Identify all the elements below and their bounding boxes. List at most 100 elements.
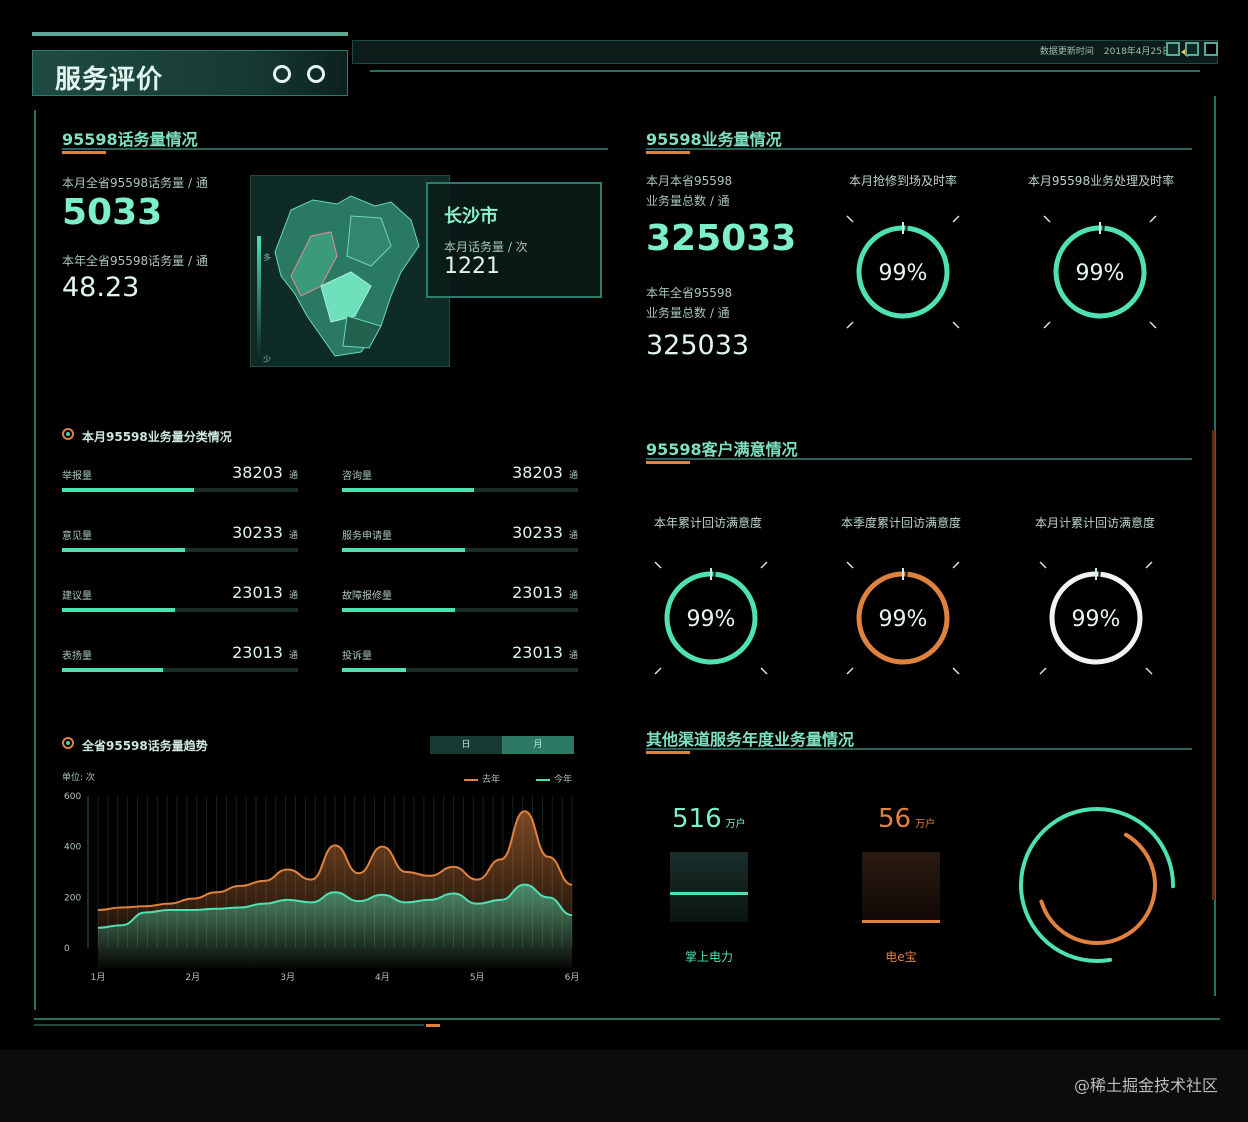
maximize-icon[interactable] (1204, 42, 1218, 56)
channel-ring (1037, 825, 1157, 945)
gauge-process-timely: 99% (1043, 215, 1157, 329)
bar-fill (342, 608, 456, 612)
channel-bar-box (670, 852, 748, 922)
gauge-tick (1043, 321, 1051, 329)
x-tick-label: 1月 (91, 972, 106, 983)
gauge-tick (1039, 561, 1047, 569)
bar-unit: 通 (568, 651, 578, 661)
classify-bar-row[interactable]: 咨询量 38203 通 (342, 456, 578, 492)
bar-track (342, 548, 578, 552)
map-legend-high: 多 (263, 252, 271, 262)
calls-year-label: 本年全省95598话务量 / 通 (62, 254, 208, 268)
bar-fill (342, 548, 465, 552)
gauge-tick (760, 561, 768, 569)
toggle-day[interactable]: 日 (430, 736, 502, 754)
bar-unit: 通 (568, 531, 578, 541)
classify-title: 本月95598业务量分类情况 (82, 430, 232, 444)
bar-value: 30233 通 (232, 523, 298, 542)
frame-right-orange (1212, 430, 1215, 900)
province-map[interactable]: 多 少 (250, 175, 450, 367)
bar-fill (62, 548, 185, 552)
classify-bar-row[interactable]: 建议量 23013 通 (62, 576, 298, 612)
bar-value: 23013 通 (232, 643, 298, 662)
channel-name: 掌上电力 (684, 950, 733, 964)
gauge-tick (654, 667, 662, 675)
window-controls (1166, 42, 1218, 56)
legend-last-year: 去年 (464, 772, 500, 785)
bar-value: 23013 通 (232, 583, 298, 602)
y-tick-label: 0 (64, 944, 70, 954)
bar-value: 38203 通 (232, 463, 298, 482)
bar-value: 23013 通 (512, 643, 578, 662)
gauge-value: 99% (1076, 261, 1125, 286)
bar-label: 投诉量 (342, 651, 372, 662)
target-icon (62, 428, 74, 440)
business-month-label-1: 本月本省95598 (646, 174, 733, 188)
bar-unit: 通 (288, 651, 298, 661)
bar-unit: 通 (288, 591, 298, 601)
classify-bar-row[interactable]: 举报量 38203 通 (62, 456, 298, 492)
satisfaction-section-rule (646, 458, 1192, 464)
bar-label: 举报量 (62, 471, 92, 482)
bar-unit: 通 (568, 591, 578, 601)
y-tick-label: 400 (64, 843, 81, 853)
channel-name: 电e宝 (885, 950, 917, 964)
gauge-tick (760, 667, 768, 675)
channel-number: 56 (878, 804, 912, 834)
channel-unit: 万户 (915, 819, 936, 830)
bar-number: 23013 (232, 583, 283, 602)
channel-ring-chart (1019, 807, 1175, 963)
bar-value: 23013 通 (512, 583, 578, 602)
classify-bar-row[interactable]: 表扬量 23013 通 (62, 636, 298, 672)
bar-label: 表扬量 (62, 651, 92, 662)
classify-bar-row[interactable]: 服务申请量 30233 通 (342, 516, 578, 552)
channel-bar-line (670, 892, 748, 895)
gauge-tick (1039, 667, 1047, 675)
gauge-month-satisfaction: 99% (1039, 561, 1153, 675)
legend-this-year-label: 今年 (554, 775, 573, 785)
gauge-tick (1145, 561, 1153, 569)
map-legend-low: 少 (263, 355, 271, 364)
restore-icon[interactable] (1185, 42, 1199, 56)
bar-label: 故障报修量 (342, 591, 392, 602)
target-icon (62, 737, 74, 749)
x-tick-label: 3月 (280, 972, 295, 983)
minimize-icon[interactable] (1166, 42, 1180, 56)
province-map-svg: 多 少 (257, 195, 420, 364)
channel-number: 516 (672, 804, 722, 834)
x-tick-label: 2月 (185, 972, 200, 983)
gauge-tick (654, 561, 662, 569)
gauge-tick (846, 561, 854, 569)
classify-bar-row[interactable]: 意见量 30233 通 (62, 516, 298, 552)
city-popup: 长沙市 本月话务量 / 次 1221 (426, 182, 602, 298)
classify-bar-row[interactable]: 投诉量 23013 通 (342, 636, 578, 672)
classify-bar-row[interactable]: 故障报修量 23013 通 (342, 576, 578, 612)
refresh-icon[interactable] (307, 65, 325, 83)
gauge-label: 本年累计回访满意度 (653, 516, 762, 530)
gauge-tick (1145, 667, 1153, 675)
frame-left (34, 110, 36, 1010)
ring-icon[interactable] (273, 65, 291, 83)
frame-bottom-orange (426, 1024, 440, 1027)
bar-fill (62, 488, 195, 492)
gauge-tick (846, 321, 854, 329)
gauge-value: 99% (687, 607, 736, 632)
toggle-month[interactable]: 月 (502, 736, 574, 754)
bar-label: 咨询量 (342, 471, 372, 482)
bar-track (342, 668, 578, 672)
gauge-tick (952, 321, 960, 329)
bar-label: 建议量 (62, 591, 92, 602)
channel-bar-box (862, 852, 940, 923)
bar-unit: 通 (568, 471, 578, 481)
bar-fill (62, 608, 176, 612)
bar-number: 23013 (232, 643, 283, 662)
page-title: 服务评价 (55, 65, 164, 95)
page-title-box: 服务评价 (32, 50, 348, 96)
bar-number: 38203 (232, 463, 283, 482)
legend-last-year-label: 去年 (482, 775, 501, 785)
frame-top-left-bar (32, 32, 348, 36)
bar-track (342, 488, 578, 492)
city-name: 长沙市 (444, 206, 498, 227)
business-month-label-2: 业务量总数 / 通 (646, 194, 730, 208)
x-tick-label: 5月 (470, 972, 485, 983)
